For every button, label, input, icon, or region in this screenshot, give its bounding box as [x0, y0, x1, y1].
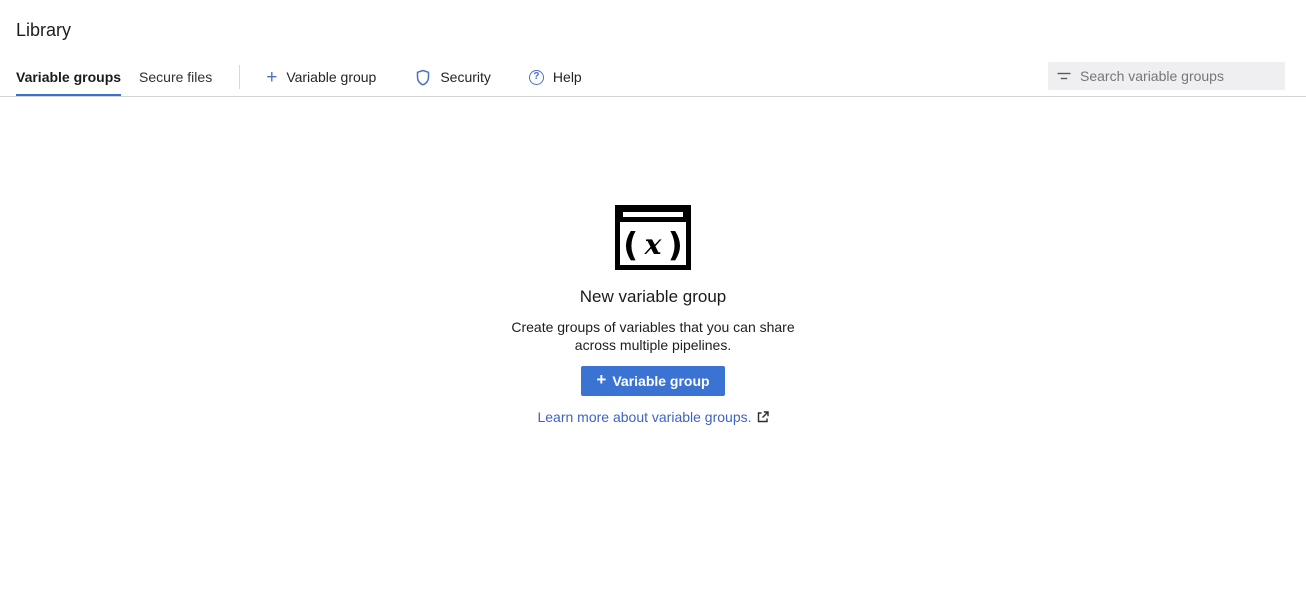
variable-group-window-icon: ( x ) — [615, 205, 691, 270]
add-variable-group-toolbar-button[interactable]: + Variable group — [266, 68, 376, 87]
page-title: Library — [16, 20, 71, 41]
external-link-icon — [757, 411, 769, 423]
empty-state-description: Create groups of variables that you can … — [494, 319, 812, 354]
security-button[interactable]: Security — [415, 69, 491, 86]
shield-icon — [415, 69, 431, 86]
new-variable-group-button[interactable]: + Variable group — [581, 366, 724, 396]
add-variable-group-label: Variable group — [286, 69, 376, 85]
plus-icon: + — [596, 370, 606, 390]
learn-more-link[interactable]: Learn more about variable groups. — [537, 409, 751, 425]
svg-text:( x ): ( x ) — [623, 225, 683, 264]
plus-icon: + — [266, 68, 277, 87]
help-button[interactable]: ? Help — [529, 69, 582, 85]
tab-secure-files[interactable]: Secure files — [139, 58, 212, 96]
help-label: Help — [553, 69, 582, 85]
toolbar-divider — [239, 65, 240, 89]
new-variable-group-button-label: Variable group — [612, 373, 709, 389]
search-variable-groups-box[interactable] — [1048, 62, 1285, 90]
help-icon: ? — [529, 70, 544, 85]
filter-icon — [1057, 70, 1071, 82]
empty-state: ( x ) New variable group Create groups o… — [0, 205, 1306, 425]
learn-more-row: Learn more about variable groups. — [537, 409, 768, 425]
tab-variable-groups[interactable]: Variable groups — [16, 58, 121, 96]
empty-state-title: New variable group — [580, 287, 726, 307]
search-input[interactable] — [1080, 68, 1276, 84]
security-label: Security — [440, 69, 491, 85]
